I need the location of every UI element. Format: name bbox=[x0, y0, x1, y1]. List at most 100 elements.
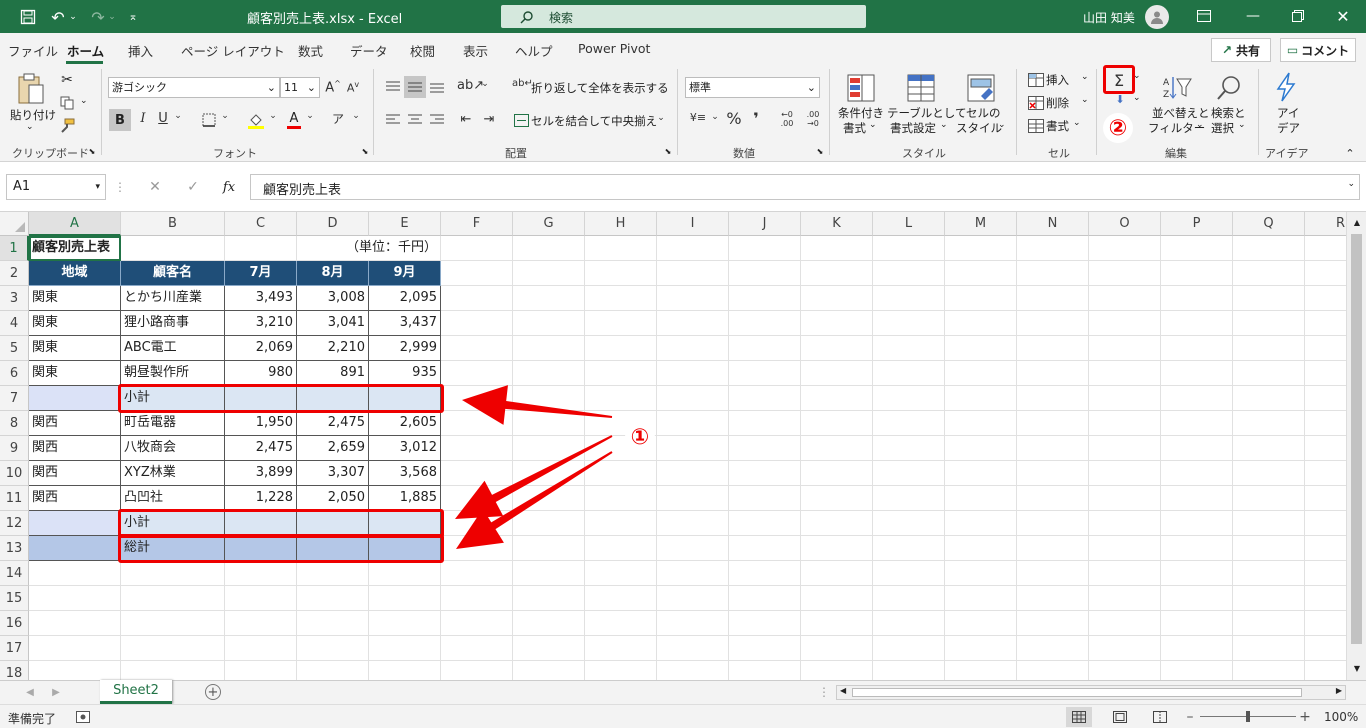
enter-icon[interactable]: ✓ bbox=[184, 178, 202, 196]
grid-cell[interactable] bbox=[1233, 286, 1305, 311]
grid-cell[interactable] bbox=[585, 636, 657, 661]
sort-filter-dropdown-icon[interactable]: ⌄ bbox=[1196, 120, 1204, 130]
grid-cell[interactable] bbox=[513, 511, 585, 536]
grid-cell[interactable] bbox=[441, 361, 513, 386]
grid-cell[interactable] bbox=[585, 586, 657, 611]
grid-cell[interactable] bbox=[657, 436, 729, 461]
grid-cell[interactable] bbox=[441, 611, 513, 636]
insert-cells-icon[interactable] bbox=[1027, 72, 1045, 88]
grid-cell[interactable] bbox=[1305, 286, 1346, 311]
alignment-launcher-icon[interactable]: ⬊ bbox=[664, 147, 672, 156]
share-button[interactable]: ↗ 共有 bbox=[1211, 38, 1271, 62]
tab-help[interactable]: ヘルプ bbox=[515, 41, 553, 60]
grid-cell[interactable] bbox=[29, 611, 121, 636]
table-header-cell[interactable]: 地域 bbox=[29, 261, 121, 286]
tab-data[interactable]: データ bbox=[350, 41, 388, 60]
zoom-in-icon[interactable]: + bbox=[1298, 708, 1312, 726]
grid-cell[interactable] bbox=[29, 561, 121, 586]
format-cells-icon[interactable] bbox=[1027, 118, 1045, 134]
grid-cell[interactable] bbox=[513, 461, 585, 486]
grid-cell[interactable] bbox=[657, 411, 729, 436]
grid-cell[interactable] bbox=[225, 236, 297, 261]
grid-cell[interactable] bbox=[441, 311, 513, 336]
table-cell[interactable]: 2,210 bbox=[297, 336, 369, 361]
grid-cell[interactable] bbox=[585, 236, 657, 261]
grid-cell[interactable] bbox=[513, 636, 585, 661]
search-box[interactable]: 検索 bbox=[501, 5, 866, 28]
insert-cells-button[interactable]: 挿入 bbox=[1046, 72, 1069, 88]
grid-cell[interactable] bbox=[1017, 661, 1089, 680]
grid-cell[interactable] bbox=[513, 536, 585, 561]
grid-cell[interactable] bbox=[657, 561, 729, 586]
grid-cell[interactable] bbox=[1017, 286, 1089, 311]
grid-cell[interactable] bbox=[873, 236, 945, 261]
grid-cell[interactable] bbox=[729, 286, 801, 311]
table-cell[interactable]: 1,885 bbox=[369, 486, 441, 511]
grid-cell[interactable] bbox=[441, 586, 513, 611]
tab-formulas[interactable]: 数式 bbox=[298, 41, 323, 60]
unit-label[interactable]: （単位：千円） bbox=[297, 236, 441, 261]
font-launcher-icon[interactable]: ⬊ bbox=[361, 147, 369, 156]
grid-cell[interactable] bbox=[1305, 436, 1346, 461]
font-size-dropdown[interactable]: 11 ⌄ bbox=[280, 77, 320, 98]
table-header-cell[interactable]: 顧客名 bbox=[121, 261, 225, 286]
grid-cell[interactable] bbox=[1017, 636, 1089, 661]
row-header[interactable]: 6 bbox=[0, 361, 29, 386]
grid-cell[interactable] bbox=[801, 536, 873, 561]
grid-cell[interactable] bbox=[945, 336, 1017, 361]
grid-cell[interactable] bbox=[513, 336, 585, 361]
sort-filter-icon[interactable]: AZ bbox=[1160, 73, 1194, 103]
row-header[interactable]: 12 bbox=[0, 511, 29, 536]
subtotal-row-cell[interactable] bbox=[29, 511, 121, 536]
increase-indent-icon[interactable]: ⇥ bbox=[480, 112, 498, 127]
grid-cell[interactable] bbox=[1305, 511, 1346, 536]
grid-cell[interactable] bbox=[513, 286, 585, 311]
insert-function-icon[interactable]: fx bbox=[219, 177, 239, 197]
zoom-level[interactable]: 100% bbox=[1324, 710, 1358, 724]
grid-cell[interactable] bbox=[873, 561, 945, 586]
grid-cell[interactable] bbox=[1305, 411, 1346, 436]
table-cell[interactable]: 狸小路商事 bbox=[121, 311, 225, 336]
table-cell[interactable]: 関西 bbox=[29, 486, 121, 511]
grid-cell[interactable] bbox=[873, 661, 945, 680]
grid-cell[interactable] bbox=[1233, 611, 1305, 636]
grid-cell[interactable] bbox=[873, 511, 945, 536]
grid-cell[interactable] bbox=[1305, 311, 1346, 336]
next-sheet-icon[interactable]: ▶ bbox=[50, 685, 62, 699]
align-top-icon[interactable] bbox=[384, 77, 402, 97]
grid-cell[interactable] bbox=[1305, 661, 1346, 680]
grid-cell[interactable] bbox=[1089, 236, 1161, 261]
row-header[interactable]: 10 bbox=[0, 461, 29, 486]
grid-cell[interactable] bbox=[945, 261, 1017, 286]
grid-cell[interactable] bbox=[1233, 486, 1305, 511]
grid-cell[interactable] bbox=[121, 586, 225, 611]
grid-cell[interactable] bbox=[1161, 336, 1233, 361]
column-header[interactable]: Q bbox=[1233, 212, 1305, 236]
row-header[interactable]: 1 bbox=[0, 236, 29, 261]
ideas-icon[interactable] bbox=[1272, 71, 1300, 103]
grid-cell[interactable] bbox=[729, 336, 801, 361]
grid-cell[interactable] bbox=[1017, 461, 1089, 486]
grid-cell[interactable] bbox=[441, 636, 513, 661]
grid-cell[interactable] bbox=[945, 386, 1017, 411]
table-cell[interactable]: XYZ林業 bbox=[121, 461, 225, 486]
grid-cell[interactable] bbox=[513, 586, 585, 611]
grid-cell[interactable] bbox=[121, 236, 225, 261]
grid-cell[interactable] bbox=[1161, 661, 1233, 680]
accounting-format-icon[interactable]: ¥≡ bbox=[688, 111, 708, 124]
grid-cell[interactable] bbox=[441, 461, 513, 486]
table-cell[interactable]: 2,069 bbox=[225, 336, 297, 361]
grid-cell[interactable] bbox=[873, 436, 945, 461]
grid-cell[interactable] bbox=[1161, 586, 1233, 611]
grid-cell[interactable] bbox=[657, 661, 729, 680]
number-launcher-icon[interactable]: ⬊ bbox=[816, 147, 824, 156]
grid-cell[interactable] bbox=[121, 611, 225, 636]
cancel-icon[interactable]: ✕ bbox=[146, 178, 164, 196]
grid-cell[interactable] bbox=[1305, 461, 1346, 486]
grow-font-icon[interactable]: A^ bbox=[325, 79, 341, 95]
align-right-icon[interactable] bbox=[428, 110, 446, 130]
grid-cell[interactable] bbox=[657, 636, 729, 661]
table-cell[interactable]: 凸凹社 bbox=[121, 486, 225, 511]
save-icon[interactable] bbox=[18, 7, 38, 27]
grid-cell[interactable] bbox=[513, 561, 585, 586]
